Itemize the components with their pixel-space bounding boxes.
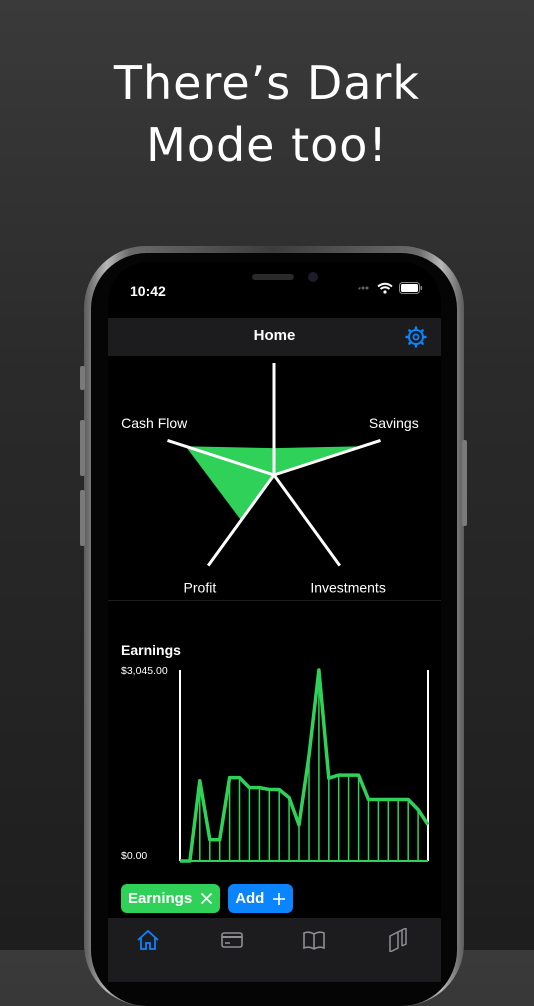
radar-axis-label: Savings xyxy=(369,415,419,431)
earnings-chart-title: Earnings xyxy=(121,642,181,658)
radar-axis-label: Profit xyxy=(184,580,217,596)
app-screen: 10:42 Home Low DebtS xyxy=(108,262,441,982)
radar-chart: Low DebtSavingsInvestmentsProfitCash Flo… xyxy=(121,363,419,596)
add-series-button[interactable]: Add xyxy=(228,884,294,913)
volume-up-button xyxy=(80,420,85,476)
book-tab-icon[interactable] xyxy=(302,928,326,952)
radar-axis-label: Investments xyxy=(310,580,385,596)
close-icon[interactable] xyxy=(200,892,213,905)
battery-icon xyxy=(399,282,423,294)
status-time: 10:42 xyxy=(130,283,166,299)
documents-tab-icon[interactable] xyxy=(386,928,410,952)
series-chips: Earnings Add xyxy=(121,884,294,913)
card-tab-icon[interactable] xyxy=(220,928,244,952)
tab-bar xyxy=(108,918,441,982)
earnings-chart: $3,045.00 $0.00 xyxy=(121,665,430,863)
add-button-label: Add xyxy=(235,890,265,907)
gear-icon[interactable] xyxy=(405,326,427,348)
y-axis-min-label: $0.00 xyxy=(121,850,147,862)
promo-headline: There’s Dark Mode too! xyxy=(0,52,534,176)
section-divider xyxy=(108,600,441,601)
power-button xyxy=(462,440,467,526)
headline-line-2: Mode too! xyxy=(146,118,388,172)
plus-icon xyxy=(273,892,286,905)
radar-axis-line xyxy=(272,474,342,567)
page-title: Home xyxy=(253,327,296,344)
mute-switch xyxy=(80,366,85,390)
notch xyxy=(180,262,364,296)
home-tab-icon[interactable] xyxy=(136,928,160,952)
speaker-grille xyxy=(252,274,294,280)
status-indicators xyxy=(353,282,423,294)
headline-line-1: There’s Dark xyxy=(113,56,421,110)
earnings-line xyxy=(180,668,430,863)
volume-down-button xyxy=(80,490,85,546)
navigation-bar: Home xyxy=(108,318,441,356)
front-camera xyxy=(308,272,318,282)
earnings-chip-label: Earnings xyxy=(128,890,193,907)
radar-axis-label: Cash Flow xyxy=(121,415,188,431)
earnings-chip[interactable]: Earnings xyxy=(121,884,221,913)
y-axis-max-label: $3,045.00 xyxy=(121,665,168,677)
wifi-icon xyxy=(377,282,393,294)
